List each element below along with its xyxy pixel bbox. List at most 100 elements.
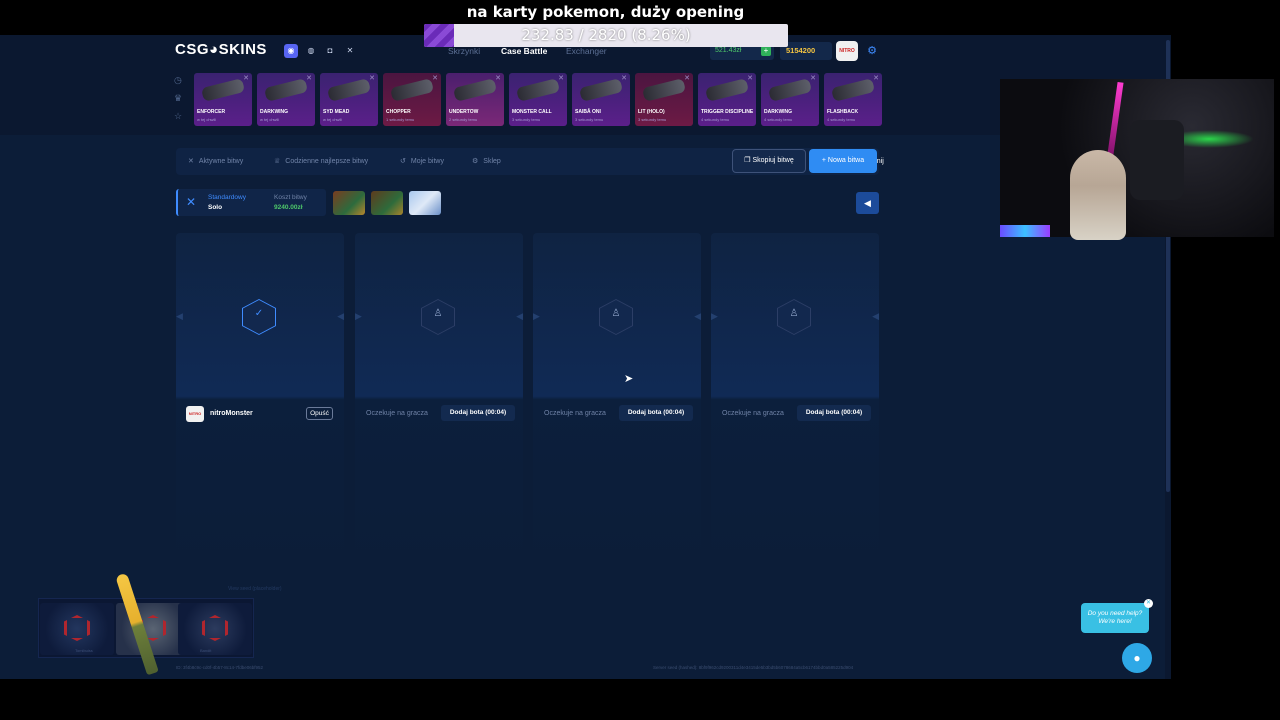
- close-icon[interactable]: ✕: [810, 74, 816, 82]
- nav-case-battle[interactable]: Case Battle: [501, 46, 547, 56]
- case-image: [409, 191, 441, 215]
- drop-time: 4 sekundy temu: [764, 117, 793, 122]
- deposit-plus-icon[interactable]: +: [761, 46, 771, 56]
- close-icon[interactable]: ✕: [243, 74, 249, 82]
- drop-card[interactable]: ✕ TRIGGER DISCIPLINE 4 sekundy temu: [698, 73, 756, 126]
- battle-id: ID: 3f4b8c9c-cd0f-4b57-8c14-7fdbe06bf952: [176, 665, 264, 670]
- drop-filters: ◷ ♛ ☆: [174, 75, 186, 129]
- drop-card[interactable]: ✕ SYD MEAD w tej chwili: [320, 73, 378, 126]
- instagram-icon[interactable]: ◘: [323, 44, 337, 58]
- copy-battle-button[interactable]: ❐ Skopiuj bitwę: [732, 149, 806, 173]
- drop-card[interactable]: ✕ DARKWING w tej chwili: [257, 73, 315, 126]
- weapon-image: [389, 78, 435, 102]
- drop-name: SYD MEAD: [323, 109, 350, 115]
- player-slot-2: ▶ ♙ ◀ Oczekuje na gracza Dodaj bota (00:…: [355, 233, 523, 573]
- weapon-image: [578, 78, 624, 102]
- close-icon[interactable]: ✕: [684, 74, 690, 82]
- nav-exchanger[interactable]: Exchanger: [566, 46, 607, 56]
- waiting-label: Oczekuje na gracza: [544, 410, 606, 417]
- history-icon: ↺: [400, 158, 406, 165]
- arrow-right-icon: ◀: [337, 311, 344, 321]
- facebook-icon[interactable]: ◍: [304, 44, 318, 58]
- drop-time: 3 sekundy temu: [575, 117, 604, 122]
- drop-card-label: Bandit: [200, 648, 212, 653]
- cost-value: 9240.00zł: [274, 204, 303, 211]
- cost-label: Koszt bitwy: [274, 194, 307, 201]
- tab-daily-best[interactable]: ♕ Codzienne najlepsze bitwy: [274, 157, 368, 165]
- live-drops: ✕ ENFORCER w tej chwili ✕ DARKWING w tej chwi…: [194, 73, 882, 126]
- arrow-left-icon: ◀: [516, 311, 523, 321]
- close-icon[interactable]: ✕: [432, 74, 438, 82]
- weapon-image: [767, 78, 813, 102]
- sound-icon[interactable]: ◀: [856, 192, 879, 214]
- shop-icon: ⚙: [472, 158, 479, 165]
- site-logo[interactable]: CSG◕SKINS: [175, 41, 267, 58]
- star-icon[interactable]: ☆: [174, 111, 186, 129]
- drop-card[interactable]: ✕ ENFORCER w tej chwili: [194, 73, 252, 126]
- drop-time: w tej chwili: [260, 117, 280, 122]
- discord-icon[interactable]: ◉: [284, 44, 298, 58]
- close-icon[interactable]: ✕: [1144, 599, 1153, 608]
- close-icon[interactable]: ✕: [495, 74, 501, 82]
- drop-time: 1 sekundy temu: [386, 117, 415, 122]
- add-bot-button[interactable]: Dodaj bota (00:04): [619, 405, 693, 421]
- new-battle-button[interactable]: + Nowa bitwa: [809, 149, 877, 173]
- add-bot-button[interactable]: Dodaj bota (00:04): [441, 405, 515, 421]
- drop-name: ENFORCER: [197, 109, 226, 115]
- clock-icon[interactable]: ◷: [174, 75, 186, 93]
- drop-name: UNDERTOW: [449, 109, 479, 115]
- close-icon[interactable]: ✕: [306, 74, 312, 82]
- help-bubble[interactable]: Do you need help? We're here!: [1081, 603, 1149, 633]
- gear-icon[interactable]: ⚙: [864, 42, 880, 60]
- drop-time: 4 sekundy temu: [701, 117, 730, 122]
- arrow-right-icon: ▶: [533, 311, 540, 321]
- stream-title: na karty pokemon, duży opening: [466, 3, 745, 21]
- drop-card[interactable]: ✕ MONSTER CALL 3 sekundy temu: [509, 73, 567, 126]
- drop-card[interactable]: ✕ DARKWING 4 sekundy temu: [761, 73, 819, 126]
- top-bar: CSG◕SKINS ◉ ◍ ◘ ✕ Skrzynki Case Battle E…: [0, 35, 1171, 135]
- balance-value: 521.43zł: [715, 47, 742, 54]
- weapon-image: [263, 78, 309, 102]
- drop-card[interactable]: ✕ SAIBĀ ONI 3 sekundy temu: [572, 73, 630, 126]
- arrow-left-icon: ◀: [872, 311, 879, 321]
- close-icon[interactable]: ✕: [558, 74, 564, 82]
- nav-cases[interactable]: Skrzynki: [448, 46, 480, 56]
- checkmark-icon: ✓: [254, 308, 264, 319]
- close-icon[interactable]: ✕: [621, 74, 627, 82]
- drop-name: LIT (HOLO): [638, 109, 665, 115]
- close-icon[interactable]: ✕: [747, 74, 753, 82]
- player-slot-3: ▶ ♙ ◀ Oczekuje na gracza Dodaj bota (00:…: [533, 233, 701, 573]
- weapon-image: [830, 78, 876, 102]
- arrow-left-icon: ◀: [176, 311, 183, 321]
- drop-card[interactable]: ✕ CHOPPER 1 sekundy temu: [383, 73, 441, 126]
- weapon-image: [326, 78, 372, 102]
- drop-time: w tej chwili: [197, 117, 217, 122]
- add-bot-button[interactable]: Dodaj bota (00:04): [797, 405, 871, 421]
- battle-mode: ✕ Standardowy Solo Koszt bitwy 9240.00zł: [176, 189, 326, 216]
- drop-name: DARKWING: [764, 109, 793, 115]
- player-slot-1: ◀ ✓ ◀ NITRO nitroMonster Opuść: [176, 233, 344, 573]
- tab-shop[interactable]: ⚙ Sklep: [472, 157, 501, 165]
- swords-icon: ✕: [188, 158, 194, 165]
- close-icon[interactable]: ✕: [873, 74, 879, 82]
- goal-progress-text: 232.83 / 2820 (8.26%): [521, 26, 691, 44]
- close-icon[interactable]: ✕: [369, 74, 375, 82]
- drop-card[interactable]: ✕ FLASHBACK 4 sekundy temu: [824, 73, 882, 126]
- csgoskins-site: CSG◕SKINS ◉ ◍ ◘ ✕ Skrzynki Case Battle E…: [0, 35, 1171, 679]
- weapon-image: [515, 78, 561, 102]
- case-image: [371, 191, 403, 215]
- tab-active-battles[interactable]: ✕ Aktywne bitwy: [188, 157, 243, 165]
- user-avatar[interactable]: NITRO: [836, 41, 858, 61]
- case-image: [333, 191, 365, 215]
- x-icon[interactable]: ✕: [343, 44, 357, 58]
- weapon-image: [641, 78, 687, 102]
- leave-button[interactable]: Opuść: [306, 407, 333, 420]
- tab-my-battles[interactable]: ↺ Moje bitwy: [400, 157, 444, 165]
- drop-card[interactable]: ✕ UNDERTOW 2 sekundy temu: [446, 73, 504, 126]
- drop-time: 2 sekundy temu: [449, 117, 478, 122]
- drop-time: 3 sekundy temu: [638, 117, 667, 122]
- chat-icon[interactable]: ●: [1122, 643, 1152, 673]
- drop-name: CHOPPER: [386, 109, 411, 115]
- thumbs-up-icon[interactable]: ♛: [174, 93, 186, 111]
- drop-card[interactable]: ✕ LIT (HOLO) 3 sekundy temu: [635, 73, 693, 126]
